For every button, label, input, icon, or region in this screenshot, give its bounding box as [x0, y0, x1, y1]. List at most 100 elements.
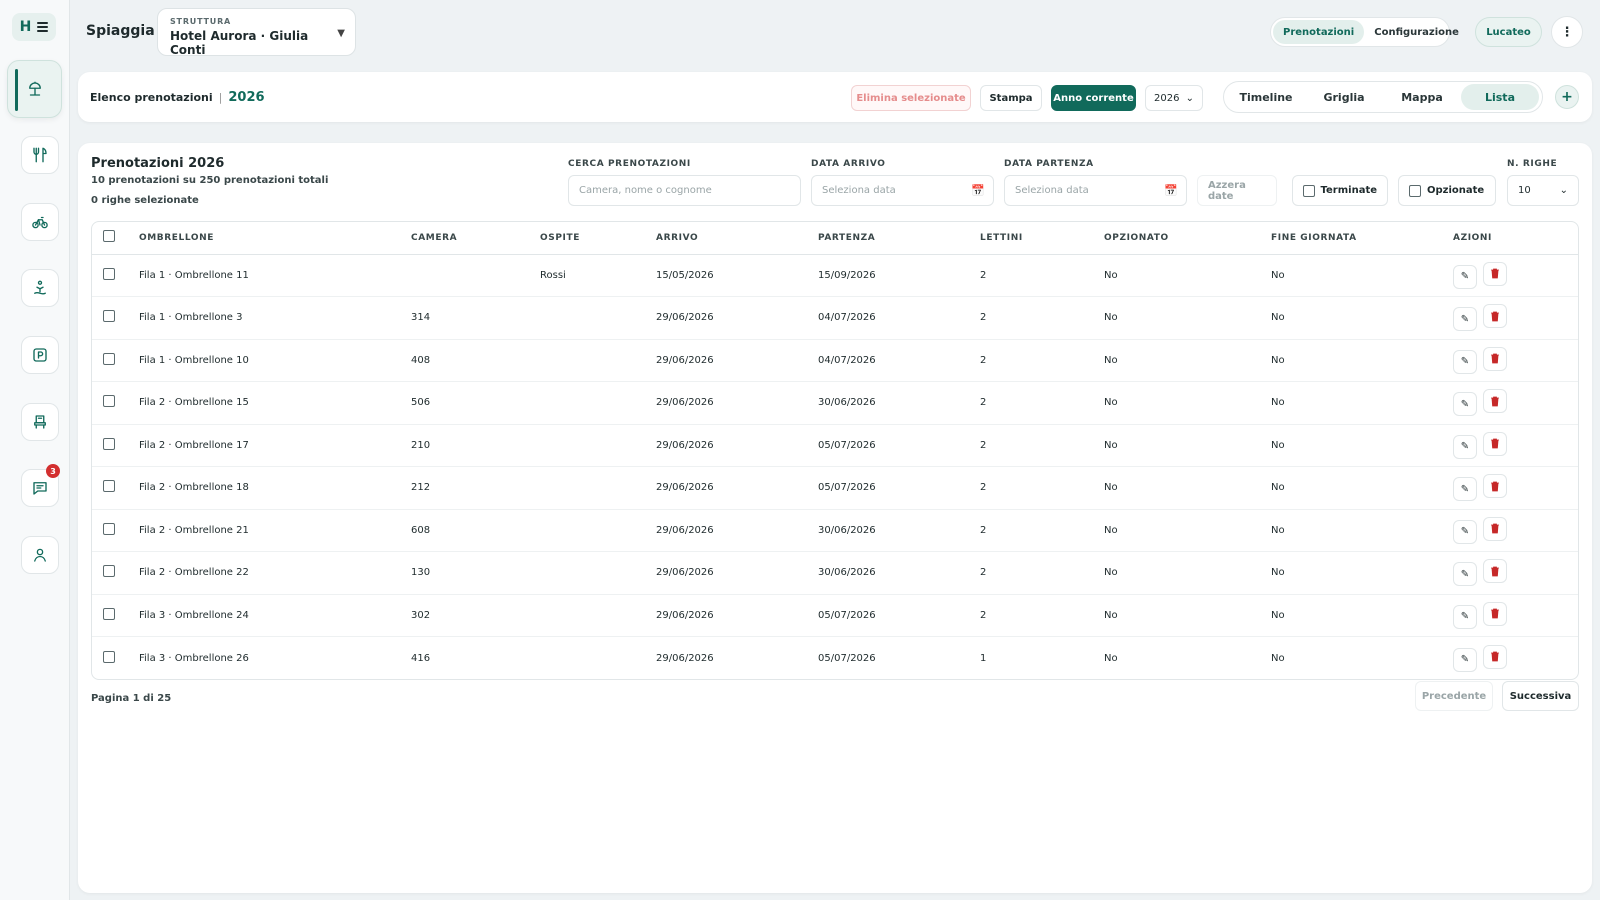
cell-optioned: No	[1104, 381, 1271, 425]
table-row[interactable]: Fila 2 · Ombrellone 15 506 29/06/2026 30/06…	[92, 381, 1578, 425]
row-checkbox[interactable]	[103, 310, 115, 323]
edit-icon[interactable]: ✎	[1453, 392, 1477, 417]
delete-icon[interactable]	[1483, 389, 1507, 414]
column-header[interactable]: OPZIONATO	[1104, 222, 1271, 255]
year-select[interactable]: 2026 ⌄	[1145, 85, 1203, 111]
optioned-filter-checkbox[interactable]: Opzionate	[1398, 175, 1496, 206]
cell-umbrella: Fila 2 · Ombrellone 15	[139, 381, 411, 425]
cell-umbrella: Fila 1 · Ombrellone 3	[139, 296, 411, 340]
chat-icon	[33, 482, 47, 495]
selected-count: 0 righe selezionate	[91, 195, 199, 206]
row-actions: ✎	[1453, 254, 1578, 297]
current-year-button[interactable]: Anno corrente	[1051, 85, 1136, 111]
column-header[interactable]: FINE GIORNATA	[1271, 222, 1453, 255]
table-row[interactable]: Fila 2 · Ombrellone 18 212 29/06/2026 05/07…	[92, 466, 1578, 510]
cell-optioned: No	[1104, 254, 1271, 297]
print-button[interactable]: Stampa	[980, 85, 1042, 111]
sidebar-item-chat[interactable]: 3	[21, 464, 60, 507]
edit-icon[interactable]: ✎	[1453, 519, 1477, 544]
tab-prenotazioni[interactable]: Prenotazioni	[1273, 20, 1365, 44]
table-row[interactable]: Fila 2 · Ombrellone 17 210 29/06/2026 05/07…	[92, 424, 1578, 467]
menu-toggle-button[interactable]: H	[12, 13, 56, 41]
table-row[interactable]: Fila 1 · Ombrellone 3 314 29/06/2026 04/07/…	[92, 296, 1578, 340]
table-row[interactable]: Fila 2 · Ombrellone 22 130 29/06/2026 30/06…	[92, 551, 1578, 595]
sidebar-item-parking[interactable]	[21, 336, 59, 374]
row-checkbox[interactable]	[103, 352, 115, 365]
checkbox[interactable]	[1409, 184, 1421, 197]
tab-griglia[interactable]: Griglia	[1305, 84, 1383, 110]
edit-icon[interactable]: ✎	[1453, 434, 1477, 459]
more-options-icon[interactable]: ⋮	[1551, 16, 1583, 48]
table-row[interactable]: Fila 3 · Ombrellone 26 416 29/06/2026 05/07…	[92, 637, 1578, 680]
finished-filter-checkbox[interactable]: Terminate	[1292, 175, 1388, 206]
row-checkbox[interactable]	[103, 565, 115, 578]
row-checkbox[interactable]	[103, 267, 115, 280]
delete-icon[interactable]	[1483, 261, 1507, 286]
tab-timeline[interactable]: Timeline	[1227, 84, 1305, 110]
user-button[interactable]: Lucateo	[1475, 17, 1542, 47]
delete-icon[interactable]	[1483, 431, 1507, 456]
tab-lista[interactable]: Lista	[1461, 84, 1539, 110]
column-header[interactable]: PARTENZA	[818, 222, 980, 255]
logo-letter: H	[19, 19, 32, 35]
table-row[interactable]: Fila 1 · Ombrellone 10 408 29/06/2026 04/07…	[92, 339, 1578, 382]
cell-end-of-day: No	[1271, 551, 1453, 595]
row-checkbox[interactable]	[103, 480, 115, 493]
cell-arrival: 29/06/2026	[656, 381, 818, 425]
column-header[interactable]: ARRIVO	[656, 222, 818, 255]
rows-per-page-select[interactable]: 10 ⌄	[1507, 175, 1579, 206]
sidebar-item-restaurant[interactable]	[21, 136, 59, 174]
delete-icon[interactable]	[1483, 516, 1507, 541]
checkbox[interactable]	[1303, 184, 1315, 197]
search-input[interactable]: Camera, nome o cognome	[568, 175, 801, 206]
row-checkbox[interactable]	[103, 650, 115, 663]
table-row[interactable]: Fila 1 · Ombrellone 11 Rossi 15/05/2026 15/…	[92, 254, 1578, 297]
column-header[interactable]: OMBRELLONE	[139, 222, 411, 255]
cell-optioned: No	[1104, 424, 1271, 467]
column-header[interactable]: LETTINI	[980, 222, 1104, 255]
add-icon[interactable]: +	[1555, 85, 1579, 109]
departure-date-input[interactable]: Seleziona data 📅	[1004, 175, 1187, 206]
tab-configurazione[interactable]: Configurazione	[1364, 20, 1469, 44]
rows-per-page-value: 10	[1518, 185, 1531, 196]
previous-page-button[interactable]: Precedente	[1415, 681, 1493, 711]
arrival-date-placeholder: Seleziona data	[822, 185, 896, 196]
structure-label: STRUTTURA	[170, 17, 232, 26]
row-checkbox[interactable]	[103, 607, 115, 620]
arrival-date-input[interactable]: Seleziona data 📅	[811, 175, 994, 206]
delete-icon[interactable]	[1483, 559, 1507, 584]
sidebar-item-user[interactable]	[21, 536, 59, 574]
sidebar-item-beach[interactable]	[7, 60, 62, 118]
next-page-button[interactable]: Successiva	[1502, 681, 1579, 711]
row-checkbox[interactable]	[103, 522, 115, 535]
table-row[interactable]: Fila 2 · Ombrellone 21 608 29/06/2026 30/06…	[92, 509, 1578, 552]
delete-icon[interactable]	[1483, 474, 1507, 499]
edit-icon[interactable]: ✎	[1453, 647, 1477, 672]
edit-icon[interactable]: ✎	[1453, 477, 1477, 502]
edit-icon[interactable]: ✎	[1453, 349, 1477, 374]
reset-dates-button[interactable]: Azzera date	[1197, 175, 1277, 206]
breadcrumb-separator: |	[218, 91, 223, 104]
delete-icon[interactable]	[1483, 601, 1507, 626]
cell-departure: 05/07/2026	[818, 424, 980, 467]
sidebar-item-seat[interactable]	[21, 403, 59, 441]
row-checkbox[interactable]	[103, 437, 115, 450]
row-checkbox[interactable]	[103, 395, 115, 408]
table-row[interactable]: Fila 3 · Ombrellone 24 302 29/06/2026 05/07…	[92, 594, 1578, 637]
sidebar-item-bike[interactable]	[21, 203, 59, 241]
edit-icon[interactable]: ✎	[1453, 604, 1477, 629]
sidebar-item-spa[interactable]	[21, 269, 59, 307]
edit-icon[interactable]: ✎	[1453, 307, 1477, 332]
structure-select[interactable]: STRUTTURA Hotel Aurora · Giulia Conti ▼	[157, 8, 356, 57]
column-header[interactable]: CAMERA	[411, 222, 540, 255]
tab-mappa[interactable]: Mappa	[1383, 84, 1461, 110]
edit-icon[interactable]: ✎	[1453, 562, 1477, 587]
select-all-checkbox[interactable]	[103, 230, 115, 243]
cell-optioned: No	[1104, 296, 1271, 340]
delete-icon[interactable]	[1483, 644, 1507, 669]
column-header[interactable]: OSPITE	[540, 222, 656, 255]
edit-icon[interactable]: ✎	[1453, 264, 1477, 289]
delete-icon[interactable]	[1483, 304, 1507, 329]
delete-icon[interactable]	[1483, 346, 1507, 371]
delete-selected-button[interactable]: Elimina selezionate	[851, 85, 971, 111]
